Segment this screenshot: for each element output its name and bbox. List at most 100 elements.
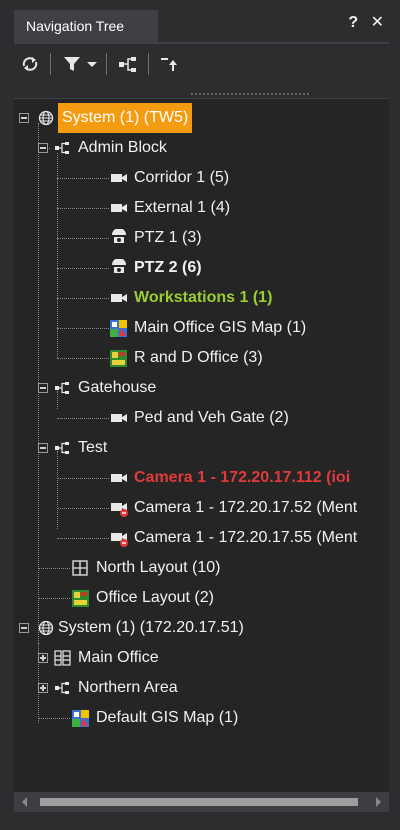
tree-node-ptz-2[interactable]: PTZ 2 (6) <box>14 253 389 283</box>
tree-node-label: Main Office <box>78 649 159 666</box>
gis-map-icon <box>72 710 89 727</box>
collapse-all-button[interactable] <box>158 52 182 76</box>
tree-node-label: Office Layout (2) <box>96 589 214 606</box>
group-icon <box>119 57 136 72</box>
camera-offline-icon <box>111 503 128 517</box>
panel-title-tab[interactable]: Navigation Tree <box>14 10 158 42</box>
tree-node-workstations-1[interactable]: Workstations 1 (1) <box>14 283 389 313</box>
tree-node-corridor-1[interactable]: Corridor 1 (5) <box>14 163 389 193</box>
collapse-toggle[interactable] <box>19 113 29 123</box>
tree-node-admin-block[interactable]: Admin Block <box>14 133 389 163</box>
group-icon <box>55 442 69 454</box>
tree-node-label: Default GIS Map (1) <box>96 709 239 726</box>
filter-button[interactable] <box>60 52 84 76</box>
tree-line <box>57 478 109 480</box>
tree-line <box>57 208 109 210</box>
scrollbar-thumb[interactable] <box>40 798 358 806</box>
chevron-down-icon <box>87 62 97 67</box>
tree-node-label: Camera 1 - 172.20.17.55 (Ment <box>134 529 358 546</box>
tree-node-ptz-1[interactable]: PTZ 1 (3) <box>14 223 389 253</box>
toolbar-grip[interactable] <box>190 92 310 96</box>
tree-line <box>57 358 109 360</box>
tree-node-default-gis-map[interactable]: Default GIS Map (1) <box>14 703 389 733</box>
group-icon <box>55 382 69 394</box>
tree-line <box>38 568 70 570</box>
tree-line <box>57 268 109 270</box>
filter-dropdown-button[interactable] <box>84 52 100 76</box>
group-button[interactable] <box>116 52 140 76</box>
tree-node-test[interactable]: Test <box>14 433 389 463</box>
toolbar-separator <box>50 53 51 75</box>
scroll-left-arrow-icon[interactable] <box>22 797 27 807</box>
tree-node-label: PTZ 2 (6) <box>134 259 202 276</box>
header-buttons[interactable]: ? ✕ <box>348 12 388 32</box>
tree-line <box>38 718 70 720</box>
collapse-toggle[interactable] <box>38 143 48 153</box>
camera-icon <box>111 174 127 182</box>
tree-node-main-office-gis-map[interactable]: Main Office GIS Map (1) <box>14 313 389 343</box>
tree-node-label: North Layout (10) <box>96 559 221 576</box>
panel-title: Navigation Tree <box>26 18 125 34</box>
tree-node-label: System (1) (TW5) <box>58 103 193 133</box>
tree-node-r-and-d-office[interactable]: R and D Office (3) <box>14 343 389 373</box>
filter-icon <box>64 57 80 71</box>
tree-node-label: Test <box>78 439 108 456</box>
tree-node-ped-and-veh-gate[interactable]: Ped and Veh Gate (2) <box>14 403 389 433</box>
refresh-button[interactable] <box>18 52 42 76</box>
tree-node-system-tw5[interactable]: System (1) (TW5) <box>14 103 389 133</box>
tree-line <box>57 178 109 180</box>
ptz-camera-icon <box>112 259 126 273</box>
toolbar-separator <box>148 53 149 75</box>
collapse-toggle[interactable] <box>38 383 48 393</box>
navigation-tree: System (1) (TW5) Admin Block Corridor 1 … <box>14 98 389 793</box>
tree-line <box>57 538 109 540</box>
tree-node-label: System (1) (172.20.17.51) <box>58 619 244 636</box>
globe-icon <box>38 110 54 126</box>
group-icon <box>55 682 69 694</box>
tree-node-camera-1-52[interactable]: Camera 1 - 172.20.17.52 (Ment <box>14 493 389 523</box>
tree-node-main-office[interactable]: Main Office <box>14 643 389 673</box>
tree-line <box>57 328 109 330</box>
refresh-icon <box>22 57 38 71</box>
tree-node-north-layout[interactable]: North Layout (10) <box>14 553 389 583</box>
tree-node-label: Northern Area <box>78 679 178 696</box>
grid-layout-icon <box>72 560 88 576</box>
camera-icon <box>111 204 127 212</box>
camera-icon <box>111 294 127 302</box>
tree-node-camera-1-55[interactable]: Camera 1 - 172.20.17.55 (Ment <box>14 523 389 553</box>
scroll-right-arrow-icon[interactable] <box>376 797 381 807</box>
collapse-up-icon <box>161 58 177 71</box>
tree-node-label: Ped and Veh Gate (2) <box>134 409 289 426</box>
tree-line <box>38 598 70 600</box>
tree-line <box>57 418 109 420</box>
tree-node-label: Corridor 1 (5) <box>134 169 230 186</box>
tree-node-camera-1-112[interactable]: Camera 1 - 172.20.17.112 (ioi <box>14 463 389 493</box>
tree-node-external-1[interactable]: External 1 (4) <box>14 193 389 223</box>
tree-node-label: R and D Office (3) <box>134 349 263 366</box>
camera-offline-icon <box>111 533 128 547</box>
group-icon <box>55 142 69 154</box>
collapse-toggle[interactable] <box>38 443 48 453</box>
panel-header: Navigation Tree ? ✕ <box>0 0 400 42</box>
navigation-tree-panel: Navigation Tree ? ✕ System (1) (TW5) Adm… <box>0 0 400 830</box>
tree-line <box>57 238 109 240</box>
camera-icon <box>111 414 127 422</box>
tree-node-system-172-20-17-51[interactable]: System (1) (172.20.17.51) <box>14 613 389 643</box>
layout-grid-icon <box>54 650 71 666</box>
floor-plan-icon <box>72 590 89 607</box>
horizontal-scrollbar[interactable] <box>14 792 389 812</box>
collapse-toggle[interactable] <box>19 623 29 633</box>
tree-node-office-layout[interactable]: Office Layout (2) <box>14 583 389 613</box>
tree-node-gatehouse[interactable]: Gatehouse <box>14 373 389 403</box>
expand-toggle[interactable] <box>38 653 48 663</box>
tree-node-northern-area[interactable]: Northern Area <box>14 673 389 703</box>
tree-node-label: Admin Block <box>78 139 167 156</box>
toolbar <box>14 44 389 84</box>
floor-plan-icon <box>110 350 127 367</box>
tree-node-label: Workstations 1 (1) <box>134 289 273 306</box>
tree-node-label: Main Office GIS Map (1) <box>134 319 307 336</box>
tree-node-label: External 1 (4) <box>134 199 231 216</box>
toolbar-separator <box>106 53 107 75</box>
expand-toggle[interactable] <box>38 683 48 693</box>
tree-node-label: Camera 1 - 172.20.17.112 (ioi <box>134 469 351 486</box>
